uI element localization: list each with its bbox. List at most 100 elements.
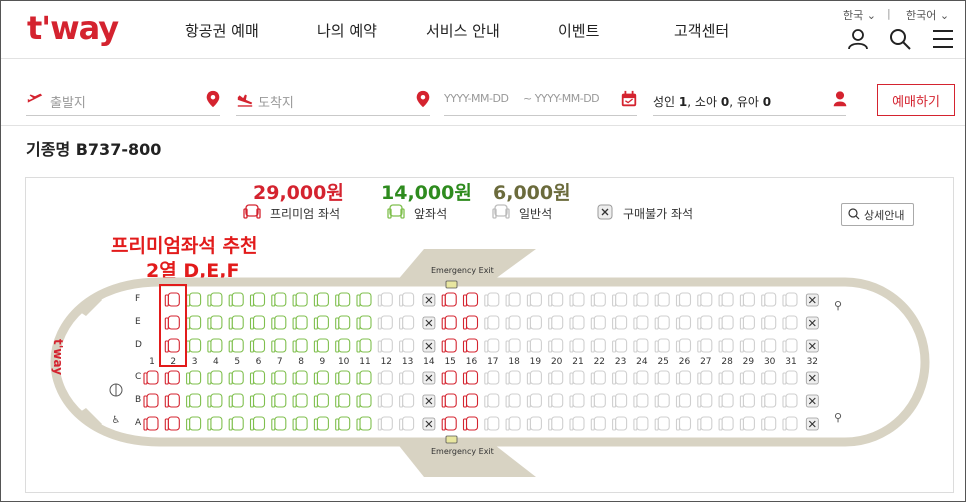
seat-16b[interactable]	[462, 393, 479, 408]
seat-12e[interactable]	[377, 315, 393, 330]
seat-4b[interactable]	[207, 393, 223, 408]
seat-5c[interactable]	[228, 370, 244, 385]
seat-13d[interactable]	[399, 338, 415, 353]
seat-23a[interactable]	[612, 416, 628, 431]
seat-7a[interactable]	[271, 416, 287, 431]
seat-29f[interactable]	[739, 292, 755, 307]
seat-27a[interactable]	[697, 416, 713, 431]
seat-25a[interactable]	[654, 416, 670, 431]
seat-28f[interactable]	[718, 292, 734, 307]
seat-4a[interactable]	[207, 416, 223, 431]
seat-15f[interactable]	[441, 292, 457, 307]
seat-20c[interactable]	[548, 370, 564, 385]
seat-17f[interactable]	[484, 292, 500, 307]
seat-26a[interactable]	[675, 416, 692, 431]
seat-28b[interactable]	[718, 393, 734, 408]
seat-2a[interactable]	[164, 416, 180, 431]
seat-22e[interactable]	[590, 315, 606, 330]
seat-29b[interactable]	[739, 393, 755, 408]
seat-12f[interactable]	[377, 292, 393, 307]
seat-4d[interactable]	[207, 338, 223, 353]
seat-19e[interactable]	[526, 315, 542, 330]
seat-23e[interactable]	[612, 315, 628, 330]
seat-31b[interactable]	[782, 393, 798, 408]
seat-6e[interactable]	[249, 315, 266, 330]
seat-1b[interactable]	[143, 393, 159, 408]
seat-22a[interactable]	[590, 416, 606, 431]
seat-16f[interactable]	[462, 292, 479, 307]
seat-20b[interactable]	[548, 393, 564, 408]
seat-24a[interactable]	[633, 416, 649, 431]
seat-3e[interactable]	[186, 315, 202, 330]
seat-11f[interactable]	[356, 292, 372, 307]
seat-6a[interactable]	[249, 416, 266, 431]
seat-8b[interactable]	[292, 393, 308, 408]
seat-23b[interactable]	[612, 393, 628, 408]
seat-4f[interactable]	[207, 292, 223, 307]
seat-27e[interactable]	[697, 315, 713, 330]
seat-7b[interactable]	[271, 393, 287, 408]
seat-6d[interactable]	[249, 338, 266, 353]
seat-16e[interactable]	[462, 315, 479, 330]
seat-20d[interactable]	[548, 338, 564, 353]
seat-24f[interactable]	[633, 292, 649, 307]
seat-17d[interactable]	[484, 338, 500, 353]
seat-9a[interactable]	[313, 416, 329, 431]
seat-9f[interactable]	[313, 292, 329, 307]
seat-24e[interactable]	[633, 315, 649, 330]
seat-31f[interactable]	[782, 292, 798, 307]
seat-10e[interactable]	[335, 315, 351, 330]
seat-18a[interactable]	[505, 416, 521, 431]
seat-25d[interactable]	[654, 338, 670, 353]
seat-8e[interactable]	[292, 315, 308, 330]
seat-7f[interactable]	[271, 292, 287, 307]
seat-24d[interactable]	[633, 338, 649, 353]
seat-25f[interactable]	[654, 292, 670, 307]
seat-20a[interactable]	[548, 416, 564, 431]
seat-26f[interactable]	[675, 292, 692, 307]
seat-30e[interactable]	[761, 315, 777, 330]
seat-17a[interactable]	[484, 416, 500, 431]
seat-15a[interactable]	[441, 416, 457, 431]
seat-20e[interactable]	[548, 315, 564, 330]
seat-29a[interactable]	[739, 416, 755, 431]
seat-5f[interactable]	[228, 292, 244, 307]
seat-21f[interactable]	[569, 292, 585, 307]
seat-26e[interactable]	[675, 315, 692, 330]
seat-16d[interactable]	[462, 338, 479, 353]
seat-21c[interactable]	[569, 370, 585, 385]
seat-2c[interactable]	[164, 370, 180, 385]
seat-21e[interactable]	[569, 315, 585, 330]
seat-8d[interactable]	[292, 338, 308, 353]
seat-17e[interactable]	[484, 315, 500, 330]
seat-1c[interactable]	[143, 370, 159, 385]
seat-15c[interactable]	[441, 370, 457, 385]
seat-11b[interactable]	[356, 393, 372, 408]
seat-20f[interactable]	[548, 292, 564, 307]
seat-26d[interactable]	[675, 338, 692, 353]
seat-30d[interactable]	[761, 338, 777, 353]
seat-26c[interactable]	[675, 370, 692, 385]
seat-11c[interactable]	[356, 370, 372, 385]
seat-10c[interactable]	[335, 370, 351, 385]
seat-27d[interactable]	[697, 338, 713, 353]
seat-27f[interactable]	[697, 292, 713, 307]
seat-16c[interactable]	[462, 370, 479, 385]
seat-31c[interactable]	[782, 370, 798, 385]
seat-31d[interactable]	[782, 338, 798, 353]
seat-8f[interactable]	[292, 292, 308, 307]
seat-11d[interactable]	[356, 338, 372, 353]
seat-5b[interactable]	[228, 393, 244, 408]
seat-18d[interactable]	[505, 338, 521, 353]
seat-21a[interactable]	[569, 416, 585, 431]
seat-7c[interactable]	[271, 370, 287, 385]
seat-24b[interactable]	[633, 393, 649, 408]
seat-9b[interactable]	[313, 393, 329, 408]
seat-8a[interactable]	[292, 416, 308, 431]
seat-24c[interactable]	[633, 370, 649, 385]
seat-4e[interactable]	[207, 315, 223, 330]
seat-8c[interactable]	[292, 370, 308, 385]
seat-17c[interactable]	[484, 370, 500, 385]
seat-3a[interactable]	[186, 416, 202, 431]
seat-19c[interactable]	[526, 370, 542, 385]
